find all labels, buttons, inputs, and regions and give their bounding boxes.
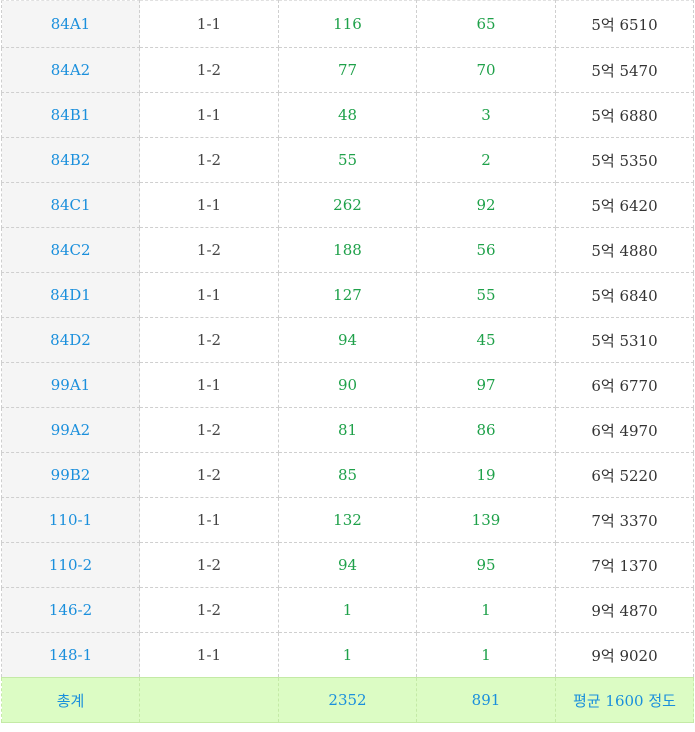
supply-count-cell: 85 xyxy=(278,452,417,498)
price-table-body: 84A1 1-1 116 65 5억 6510 84A2 1-2 77 70 5억 5470 84B… xyxy=(1,0,694,723)
applicant-count-cell: 86 xyxy=(416,407,556,453)
price-cell: 6억 5220 xyxy=(555,452,694,498)
floor-cell: 1-2 xyxy=(139,47,279,93)
unit-type-cell: 99A1 xyxy=(1,362,140,408)
floor-cell: 1-2 xyxy=(139,587,279,633)
table-row: 84C1 1-1 262 92 5억 6420 xyxy=(1,182,694,228)
price-cell: 5억 4880 xyxy=(555,227,694,273)
unit-type-cell: 84B2 xyxy=(1,137,140,183)
applicant-count-cell: 45 xyxy=(416,317,556,363)
applicant-count-cell: 55 xyxy=(416,272,556,318)
price-table: 84A1 1-1 116 65 5억 6510 84A2 1-2 77 70 5억 5470 84B… xyxy=(1,0,694,723)
floor-cell: 1-1 xyxy=(139,272,279,318)
supply-count-cell: 55 xyxy=(278,137,417,183)
unit-type-cell: 84A2 xyxy=(1,47,140,93)
unit-type-cell: 84C2 xyxy=(1,227,140,273)
table-row: 99A1 1-1 90 97 6억 6770 xyxy=(1,362,694,408)
price-cell: 5억 5470 xyxy=(555,47,694,93)
applicant-count-cell: 1 xyxy=(416,632,556,678)
unit-type-cell: 146-2 xyxy=(1,587,140,633)
price-cell: 5억 5310 xyxy=(555,317,694,363)
applicant-count-cell: 65 xyxy=(416,0,556,48)
applicant-count-cell: 1 xyxy=(416,587,556,633)
unit-type-cell: 99B2 xyxy=(1,452,140,498)
price-cell: 9억 4870 xyxy=(555,587,694,633)
supply-count-cell: 77 xyxy=(278,47,417,93)
table-row: 110-1 1-1 132 139 7억 3370 xyxy=(1,497,694,543)
unit-type-cell: 110-1 xyxy=(1,497,140,543)
applicant-count-cell: 97 xyxy=(416,362,556,408)
floor-cell: 1-2 xyxy=(139,542,279,588)
table-row: 110-2 1-2 94 95 7억 1370 xyxy=(1,542,694,588)
table-row: 148-1 1-1 1 1 9억 9020 xyxy=(1,632,694,678)
floor-cell: 1-2 xyxy=(139,227,279,273)
applicant-count-cell: 19 xyxy=(416,452,556,498)
table-row: 99B2 1-2 85 19 6억 5220 xyxy=(1,452,694,498)
applicant-count-cell: 56 xyxy=(416,227,556,273)
applicant-count-cell: 3 xyxy=(416,92,556,138)
floor-cell: 1-1 xyxy=(139,92,279,138)
unit-type-cell: 84D1 xyxy=(1,272,140,318)
price-cell: 6억 6770 xyxy=(555,362,694,408)
supply-count-cell: 262 xyxy=(278,182,417,228)
unit-type-cell: 148-1 xyxy=(1,632,140,678)
table-row: 84A1 1-1 116 65 5억 6510 xyxy=(1,0,694,48)
price-cell: 6억 4970 xyxy=(555,407,694,453)
table-row: 84D2 1-2 94 45 5억 5310 xyxy=(1,317,694,363)
floor-cell: 1-1 xyxy=(139,0,279,48)
total-label: 총계 xyxy=(1,677,140,723)
price-cell: 9억 9020 xyxy=(555,632,694,678)
unit-type-cell: 84A1 xyxy=(1,0,140,48)
table-row: 84D1 1-1 127 55 5억 6840 xyxy=(1,272,694,318)
price-cell: 5억 6840 xyxy=(555,272,694,318)
supply-count-cell: 132 xyxy=(278,497,417,543)
supply-count-cell: 81 xyxy=(278,407,417,453)
unit-type-cell: 84C1 xyxy=(1,182,140,228)
supply-count-cell: 94 xyxy=(278,542,417,588)
applicant-count-cell: 92 xyxy=(416,182,556,228)
table-row: 84B1 1-1 48 3 5억 6880 xyxy=(1,92,694,138)
total-row: 총계 2352 891 평균 1600 정도 xyxy=(1,677,694,723)
unit-type-cell: 110-2 xyxy=(1,542,140,588)
supply-count-cell: 90 xyxy=(278,362,417,408)
supply-count-cell: 48 xyxy=(278,92,417,138)
applicant-count-cell: 139 xyxy=(416,497,556,543)
price-table-container: 84A1 1-1 116 65 5억 6510 84A2 1-2 77 70 5억 5470 84B… xyxy=(1,0,694,723)
table-row: 146-2 1-2 1 1 9억 4870 xyxy=(1,587,694,633)
price-cell: 5억 6510 xyxy=(555,0,694,48)
floor-cell: 1-1 xyxy=(139,362,279,408)
supply-count-cell: 188 xyxy=(278,227,417,273)
price-cell: 5억 6880 xyxy=(555,92,694,138)
total-average-cell: 평균 1600 정도 xyxy=(555,677,694,723)
total-count-cell: 891 xyxy=(416,677,556,723)
price-cell: 7억 3370 xyxy=(555,497,694,543)
total-blank-cell xyxy=(139,677,279,723)
table-row: 84A2 1-2 77 70 5억 5470 xyxy=(1,47,694,93)
unit-type-cell: 99A2 xyxy=(1,407,140,453)
floor-cell: 1-2 xyxy=(139,452,279,498)
supply-count-cell: 116 xyxy=(278,0,417,48)
floor-cell: 1-1 xyxy=(139,497,279,543)
applicant-count-cell: 95 xyxy=(416,542,556,588)
table-row: 99A2 1-2 81 86 6억 4970 xyxy=(1,407,694,453)
supply-count-cell: 1 xyxy=(278,587,417,633)
table-row: 84B2 1-2 55 2 5억 5350 xyxy=(1,137,694,183)
floor-cell: 1-1 xyxy=(139,632,279,678)
floor-cell: 1-2 xyxy=(139,137,279,183)
price-cell: 7억 1370 xyxy=(555,542,694,588)
table-row: 84C2 1-2 188 56 5억 4880 xyxy=(1,227,694,273)
supply-count-cell: 1 xyxy=(278,632,417,678)
price-cell: 5억 5350 xyxy=(555,137,694,183)
applicant-count-cell: 2 xyxy=(416,137,556,183)
applicant-count-cell: 70 xyxy=(416,47,556,93)
unit-type-cell: 84B1 xyxy=(1,92,140,138)
unit-type-cell: 84D2 xyxy=(1,317,140,363)
total-supply-cell: 2352 xyxy=(278,677,417,723)
supply-count-cell: 94 xyxy=(278,317,417,363)
floor-cell: 1-1 xyxy=(139,182,279,228)
floor-cell: 1-2 xyxy=(139,317,279,363)
floor-cell: 1-2 xyxy=(139,407,279,453)
price-cell: 5억 6420 xyxy=(555,182,694,228)
supply-count-cell: 127 xyxy=(278,272,417,318)
